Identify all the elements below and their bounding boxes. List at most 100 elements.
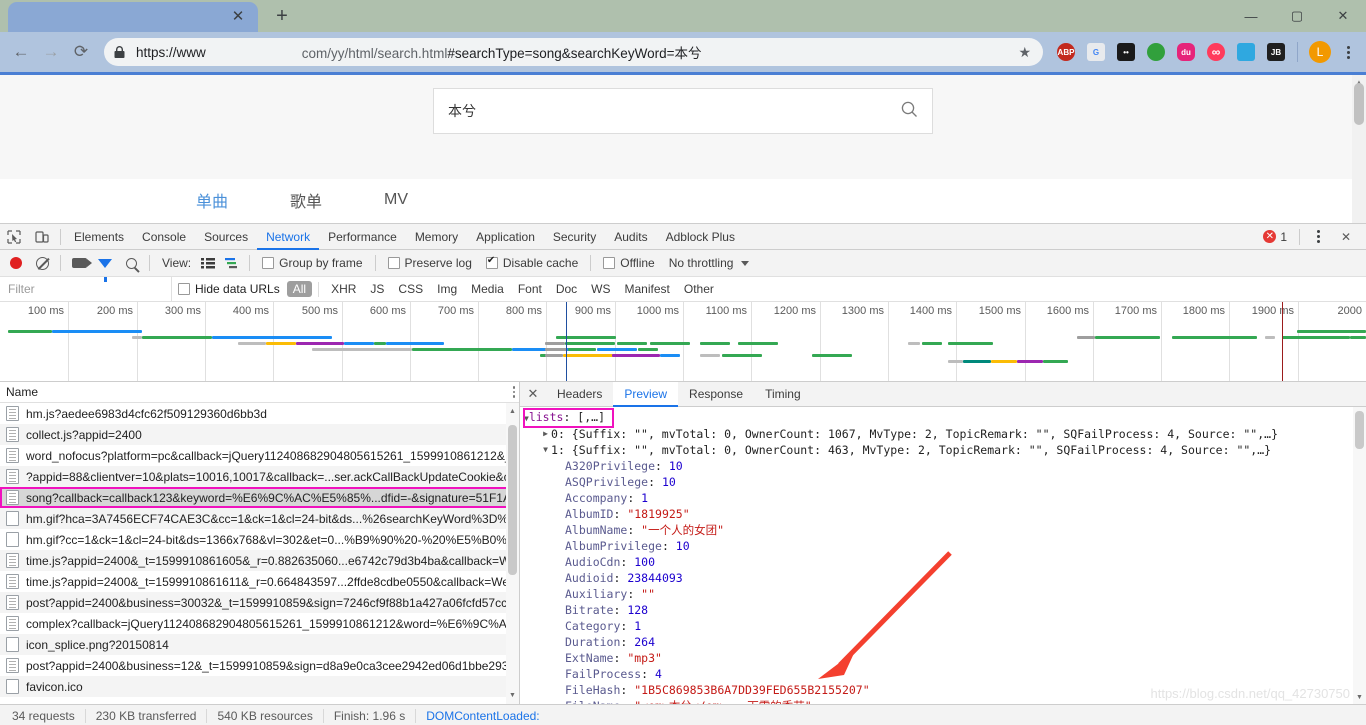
- request-row[interactable]: ?appid=88&clientver=10&plats=10016,10017…: [0, 466, 519, 487]
- group-by-frame-checkbox[interactable]: Group by frame: [256, 256, 368, 270]
- filter-type-doc[interactable]: Doc: [550, 281, 583, 297]
- site-tab-mv[interactable]: MV: [384, 191, 408, 209]
- throttling-select[interactable]: No throttling: [663, 256, 756, 270]
- request-row[interactable]: hm.gif?cc=1&ck=1&cl=24-bit&ds=1366x768&v…: [0, 529, 519, 550]
- scroll-down-icon[interactable]: ▼: [1353, 691, 1366, 704]
- inspect-element-icon[interactable]: [0, 224, 28, 250]
- filter-type-js[interactable]: JS: [364, 281, 390, 297]
- request-row[interactable]: word_nofocus?platform=pc&callback=jQuery…: [0, 445, 519, 466]
- filter-type-all[interactable]: All: [286, 281, 313, 297]
- tab-audits[interactable]: Audits: [605, 224, 656, 250]
- filter-type-other[interactable]: Other: [678, 281, 720, 297]
- minimize-button[interactable]: —: [1228, 0, 1274, 32]
- scroll-down-icon[interactable]: ▼: [506, 689, 519, 702]
- search-icon[interactable]: [901, 101, 918, 121]
- disable-cache-checkbox[interactable]: Disable cache: [480, 255, 584, 270]
- clear-button[interactable]: [30, 251, 54, 275]
- site-tab-songs[interactable]: 单曲: [196, 188, 228, 212]
- request-row[interactable]: time.js?appid=2400&_t=1599910861605&_r=0…: [0, 550, 519, 571]
- maximize-button[interactable]: ▢: [1274, 0, 1320, 32]
- browser-tab[interactable]: ✕: [8, 2, 258, 32]
- back-icon[interactable]: ←: [6, 37, 36, 67]
- search-input[interactable]: 本兮: [448, 101, 901, 121]
- record-button[interactable]: [4, 251, 28, 275]
- error-badge[interactable]: ✕ 1: [1263, 230, 1293, 244]
- detail-tab-preview[interactable]: Preview: [613, 381, 679, 407]
- detail-tab-headers[interactable]: Headers: [546, 382, 613, 407]
- tab-console[interactable]: Console: [133, 224, 195, 250]
- tab-security[interactable]: Security: [544, 224, 605, 250]
- filter-type-font[interactable]: Font: [512, 281, 548, 297]
- address-bar[interactable]: https://www com/yy/html/search.html#sear…: [104, 38, 1043, 66]
- scroll-up-icon[interactable]: ▲: [506, 405, 519, 418]
- json-row[interactable]: FailProcess: 4: [520, 666, 1366, 682]
- hide-data-urls-checkbox[interactable]: Hide data URLs: [172, 282, 286, 296]
- expand-arrow-icon[interactable]: ▶: [540, 426, 551, 442]
- forward-icon[interactable]: →: [36, 37, 66, 67]
- extension-dark-reader[interactable]: ••: [1113, 39, 1139, 65]
- filter-input[interactable]: Filter: [0, 276, 172, 302]
- highlighted-lists-node[interactable]: ▼lists: [,…]: [523, 408, 614, 428]
- extension-adblock-plus[interactable]: ABP: [1053, 39, 1079, 65]
- json-row[interactable]: Category: 1: [520, 618, 1366, 634]
- json-row[interactable]: Duration: 264: [520, 634, 1366, 650]
- site-tab-playlists[interactable]: 歌单: [290, 188, 322, 212]
- json-row[interactable]: AudioCdn: 100: [520, 554, 1366, 570]
- detail-tab-timing[interactable]: Timing: [754, 382, 812, 407]
- detail-tab-response[interactable]: Response: [678, 382, 754, 407]
- json-row[interactable]: Audioid: 23844093: [520, 570, 1366, 586]
- request-row[interactable]: hm.js?aedee6983d4cfc62f509129360d6bb3d: [0, 403, 519, 424]
- devtools-more-options-icon[interactable]: [1306, 230, 1330, 243]
- extension-google-translate[interactable]: G: [1083, 39, 1109, 65]
- tab-elements[interactable]: Elements: [65, 224, 133, 250]
- request-row[interactable]: song?callback=callback123&keyword=%E6%9C…: [0, 487, 519, 508]
- reload-icon[interactable]: ⟳: [66, 37, 96, 67]
- tab-adblock-plus[interactable]: Adblock Plus: [657, 224, 744, 250]
- json-preview-tree[interactable]: ▼lists: [,…] ▶ 0: {Suffix: "", mvTotal: 0,…: [520, 407, 1366, 704]
- extension-infinity-newtab[interactable]: ∞: [1203, 39, 1229, 65]
- offline-checkbox[interactable]: Offline: [597, 256, 660, 270]
- tab-performance[interactable]: Performance: [319, 224, 406, 250]
- json-row[interactable]: Bitrate: 128: [520, 602, 1366, 618]
- close-window-button[interactable]: ✕: [1320, 0, 1366, 32]
- json-row[interactable]: ExtName: "mp3": [520, 650, 1366, 666]
- tab-application[interactable]: Application: [467, 224, 544, 250]
- filter-icon[interactable]: [93, 251, 117, 282]
- json-row[interactable]: AlbumPrivilege: 10: [520, 538, 1366, 554]
- extension-jetbrains-toolbox[interactable]: JB: [1263, 39, 1289, 65]
- request-list[interactable]: hm.js?aedee6983d4cfc62f509129360d6bb3d co…: [0, 403, 519, 704]
- close-detail-icon[interactable]: ✕: [520, 386, 546, 402]
- request-scrollbar-thumb[interactable]: [508, 425, 517, 575]
- request-row[interactable]: complex?callback=jQuery11240868290480561…: [0, 613, 519, 634]
- json-row[interactable]: AlbumID: "1819925": [520, 506, 1366, 522]
- json-root-row[interactable]: ▼lists: [,…]: [520, 408, 1366, 428]
- filter-type-img[interactable]: Img: [431, 281, 463, 297]
- waterfall-view-icon[interactable]: [221, 253, 243, 273]
- detail-scrollbar[interactable]: ▲ ▼: [1353, 407, 1366, 704]
- network-overview-timeline[interactable]: 100 ms 200 ms 300 ms 400 ms 500 ms 600 ms 700 …: [0, 302, 1366, 382]
- filter-type-manifest[interactable]: Manifest: [619, 281, 676, 297]
- column-options-icon[interactable]: [512, 386, 515, 398]
- json-row[interactable]: AlbumName: "一个人的女团": [520, 522, 1366, 538]
- request-row[interactable]: post?appid=2400&business=30032&_t=159991…: [0, 592, 519, 613]
- request-row[interactable]: post?appid=2400&business=12&_t=159991085…: [0, 655, 519, 676]
- request-list-scrollbar[interactable]: ▲ ▼: [506, 403, 519, 704]
- search-icon[interactable]: [119, 251, 143, 275]
- filter-type-ws[interactable]: WS: [585, 281, 616, 297]
- json-row[interactable]: ASQPrivilege: 10: [520, 474, 1366, 490]
- tab-sources[interactable]: Sources: [195, 224, 257, 250]
- new-tab-button[interactable]: +: [268, 2, 296, 30]
- expand-arrow-icon[interactable]: ▼: [540, 442, 551, 458]
- profile-avatar[interactable]: L: [1309, 41, 1331, 63]
- preserve-log-checkbox[interactable]: Preserve log: [382, 256, 478, 270]
- detail-scrollbar-thumb[interactable]: [1355, 411, 1364, 449]
- bookmark-star-icon[interactable]: ★: [1018, 44, 1031, 61]
- request-row[interactable]: favicon.ico: [0, 676, 519, 697]
- device-toolbar-icon[interactable]: [28, 224, 56, 250]
- extension-internet-download-manager[interactable]: [1143, 39, 1169, 65]
- page-scrollbar-thumb[interactable]: [1354, 83, 1364, 125]
- tab-close-icon[interactable]: ✕: [230, 9, 246, 25]
- filter-type-xhr[interactable]: XHR: [325, 281, 362, 297]
- close-devtools-icon[interactable]: ✕: [1332, 224, 1360, 250]
- json-row[interactable]: ▶ 0: {Suffix: "", mvTotal: 0, OwnerCount:…: [520, 426, 1366, 442]
